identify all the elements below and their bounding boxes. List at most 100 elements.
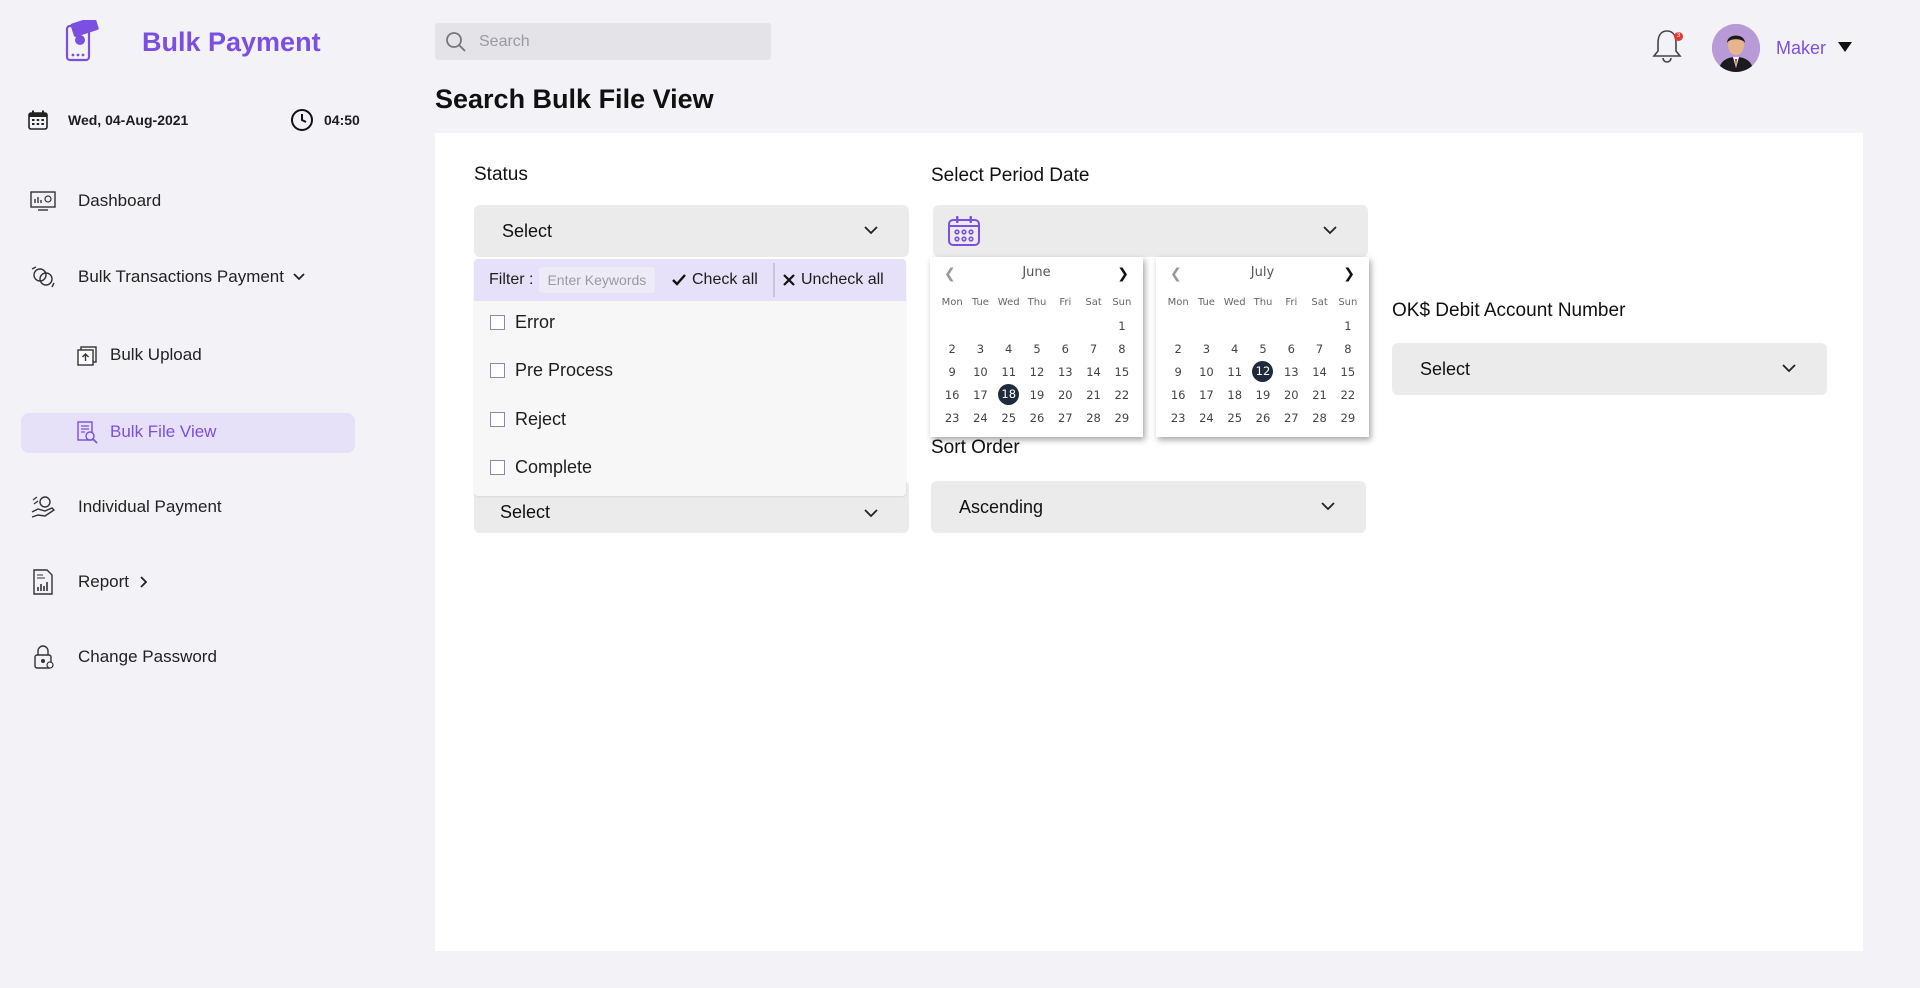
next-month-icon[interactable]: ❯ — [1343, 266, 1355, 282]
calendar-day[interactable]: 15 — [1108, 362, 1136, 382]
calendar-day[interactable]: 3 — [966, 339, 994, 359]
status-select[interactable]: Select — [474, 205, 909, 257]
weekday-label: Fri — [1059, 297, 1072, 308]
day-cell: 7 — [1305, 339, 1333, 359]
sidebar-item-dashboard[interactable]: Dashboard — [30, 188, 161, 214]
calendar-day[interactable]: 15 — [1334, 362, 1362, 382]
user-name[interactable]: Maker — [1776, 38, 1826, 59]
calendar-day[interactable]: 5 — [1249, 339, 1277, 359]
calendar-day[interactable]: 7 — [1079, 339, 1107, 359]
calendar-day[interactable]: 19 — [1023, 385, 1051, 405]
calendar-day[interactable]: 22 — [1108, 385, 1136, 405]
check-all-button[interactable]: Check all — [672, 271, 758, 289]
calendar-day[interactable]: 6 — [1051, 339, 1079, 359]
brand[interactable]: Bulk Payment — [64, 20, 321, 64]
calendar-day[interactable]: 4 — [1221, 339, 1249, 359]
day-cell: 24 — [1192, 408, 1220, 428]
calendar-day[interactable]: 20 — [1051, 385, 1079, 405]
calendar-day[interactable]: 21 — [1079, 385, 1107, 405]
status-option-reject[interactable]: Reject — [490, 409, 566, 430]
calendar-day[interactable]: 16 — [938, 385, 966, 405]
calendar-day[interactable]: 24 — [966, 408, 994, 428]
calendar-day[interactable]: 2 — [938, 339, 966, 359]
avatar[interactable] — [1712, 24, 1760, 72]
debit-account-select[interactable]: Select — [1392, 343, 1827, 395]
calendar-day[interactable]: 6 — [1277, 339, 1305, 359]
calendar-day[interactable]: 20 — [1277, 385, 1305, 405]
calendar-day[interactable]: 11 — [1221, 362, 1249, 382]
calendar-day[interactable]: 13 — [1051, 362, 1079, 382]
calendar-day[interactable]: 21 — [1305, 385, 1333, 405]
calendar-day[interactable]: 28 — [1079, 408, 1107, 428]
checkbox[interactable] — [490, 315, 505, 330]
sidebar-item-bulk-upload[interactable]: Bulk Upload — [74, 342, 202, 368]
calendar-day[interactable]: 14 — [1079, 362, 1107, 382]
day-cell: 29 — [1334, 408, 1362, 428]
calendar-day[interactable]: 29 — [1108, 408, 1136, 428]
day-cell: 11 — [995, 362, 1023, 382]
status-option-complete[interactable]: Complete — [490, 457, 592, 478]
calendar-day[interactable]: 4 — [995, 339, 1023, 359]
calendar-day[interactable]: 8 — [1334, 339, 1362, 359]
calendar-day[interactable]: 3 — [1192, 339, 1220, 359]
sidebar-item-change-password[interactable]: Change Password — [30, 644, 217, 670]
sidebar-item-report[interactable]: Report — [30, 569, 149, 595]
calendar-day[interactable]: 22 — [1334, 385, 1362, 405]
checkbox[interactable] — [490, 412, 505, 427]
calendar-day[interactable]: 10 — [1192, 362, 1220, 382]
caret-down-icon[interactable] — [1838, 42, 1852, 52]
calendar-day[interactable]: 11 — [995, 362, 1023, 382]
calendar-day[interactable]: 25 — [995, 408, 1023, 428]
calendar-day[interactable]: 26 — [1249, 408, 1277, 428]
status-option-pre-process[interactable]: Pre Process — [490, 360, 613, 381]
calendar-day[interactable]: 1 — [1334, 316, 1362, 336]
day-cell: 25 — [1221, 408, 1249, 428]
sidebar-item-bulk-file-view[interactable]: Bulk File View — [74, 419, 216, 445]
calendar-day[interactable]: 27 — [1051, 408, 1079, 428]
calendar-day[interactable]: 16 — [1164, 385, 1192, 405]
search-input[interactable] — [479, 32, 749, 51]
sidebar-item-individual-payment[interactable]: Individual Payment — [30, 494, 222, 520]
selected-day[interactable]: 12 — [1252, 361, 1274, 382]
calendar-day[interactable]: 17 — [966, 385, 994, 405]
sort-order-select[interactable]: Ascending — [931, 481, 1366, 533]
calendar-day[interactable]: 1 — [1108, 316, 1136, 336]
next-month-icon[interactable]: ❯ — [1117, 266, 1129, 282]
calendar-icon — [948, 216, 980, 246]
period-date-label: Select Period Date — [931, 165, 1090, 186]
calendar-day[interactable]: 25 — [1221, 408, 1249, 428]
status-option-error[interactable]: Error — [490, 312, 555, 333]
calendar-day[interactable]: 13 — [1277, 362, 1305, 382]
calendar-day[interactable]: 19 — [1249, 385, 1277, 405]
checkbox[interactable] — [490, 363, 505, 378]
calendar-day[interactable]: 5 — [1023, 339, 1051, 359]
calendar-day[interactable]: 17 — [1192, 385, 1220, 405]
calendar-day[interactable]: 10 — [966, 362, 994, 382]
calendar-day[interactable]: 12 — [1023, 362, 1051, 382]
calendar-day[interactable]: 9 — [1164, 362, 1192, 382]
checkbox[interactable] — [490, 460, 505, 475]
calendar-day[interactable]: 9 — [938, 362, 966, 382]
selected-day[interactable]: 18 — [998, 384, 1020, 405]
day-cell: 17 — [966, 385, 994, 405]
calendar-day[interactable]: 23 — [938, 408, 966, 428]
calendar-day[interactable]: 24 — [1192, 408, 1220, 428]
calendar-day[interactable]: 26 — [1023, 408, 1051, 428]
calendar-day[interactable]: 18 — [1221, 385, 1249, 405]
page-title: Search Bulk File View — [435, 84, 714, 114]
calendar-day[interactable]: 23 — [1164, 408, 1192, 428]
calendar-day[interactable]: 8 — [1108, 339, 1136, 359]
filter-label: Filter : — [489, 271, 534, 288]
calendar-day[interactable]: 29 — [1334, 408, 1362, 428]
uncheck-all-button[interactable]: Uncheck all — [783, 271, 884, 289]
debit-account-value: Select — [1420, 358, 1471, 379]
search-bar[interactable] — [435, 23, 771, 60]
calendar-day[interactable]: 14 — [1305, 362, 1333, 382]
period-date-picker[interactable] — [933, 205, 1368, 257]
calendar-day[interactable]: 7 — [1305, 339, 1333, 359]
calendar-day[interactable]: 2 — [1164, 339, 1192, 359]
sidebar-item-bulk-transactions-payment[interactable]: Bulk Transactions Payment — [30, 264, 306, 290]
calendar-day[interactable]: 27 — [1277, 408, 1305, 428]
calendar-day[interactable]: 28 — [1305, 408, 1333, 428]
filter-keyword-input[interactable] — [539, 267, 656, 293]
